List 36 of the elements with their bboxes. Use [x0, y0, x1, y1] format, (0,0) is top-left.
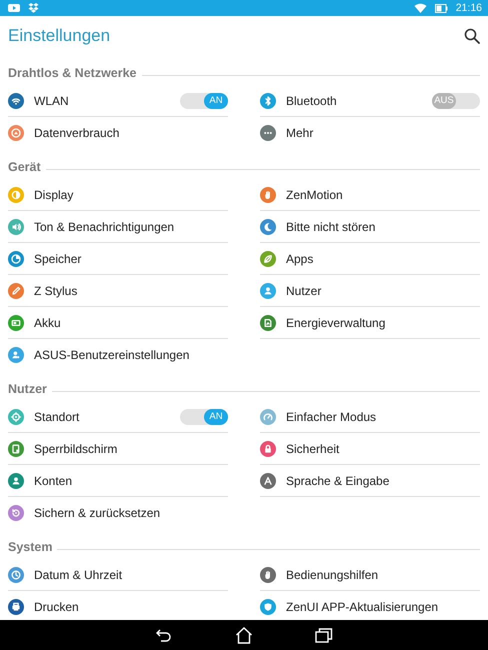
section-header: Drahtlos & Netzwerke [8, 66, 137, 80]
settings-item[interactable]: ZenUI APP-Aktualisierungen [260, 591, 480, 620]
section-header: System [8, 540, 52, 554]
search-icon[interactable] [464, 28, 480, 44]
settings-item[interactable]: Datenverbrauch [8, 117, 228, 149]
clock-time: 21:16 [456, 2, 482, 14]
section-header: Gerät [8, 160, 41, 174]
settings-item[interactable]: Energieverwaltung [260, 307, 480, 339]
wifi-signal-icon [414, 3, 427, 13]
settings-item[interactable]: Mehr [260, 117, 480, 149]
settings-item[interactable]: Z Stylus [8, 275, 228, 307]
recent-apps-icon[interactable] [315, 628, 333, 642]
settings-item[interactable]: Sichern & zurücksetzen [8, 497, 228, 529]
section-header: Nutzer [8, 382, 47, 396]
battery-icon [434, 4, 448, 12]
screen-title: Einstellungen [8, 26, 112, 46]
settings-item[interactable]: Drucken [8, 591, 228, 620]
settings-item[interactable]: ASUS-Benutzereinstellungen [8, 339, 228, 371]
settings-item[interactable]: Display [8, 179, 228, 211]
settings-item[interactable]: Bedienungshilfen [260, 559, 480, 591]
settings-item[interactable]: Sicherheit [260, 433, 480, 465]
settings-item[interactable]: Datum & Uhrzeit [8, 559, 228, 591]
settings-item[interactable]: Akku [8, 307, 228, 339]
settings-item[interactable]: Sprache & Eingabe [260, 465, 480, 497]
settings-item[interactable]: Bitte nicht stören [260, 211, 480, 243]
settings-item[interactable]: Apps [260, 243, 480, 275]
settings-item[interactable]: ZenMotion [260, 179, 480, 211]
back-icon[interactable] [155, 628, 173, 642]
settings-item[interactable]: Einfacher Modus [260, 401, 480, 433]
settings-item[interactable]: Speicher [8, 243, 228, 275]
video-app-icon [8, 3, 20, 13]
settings-item[interactable]: Nutzer [260, 275, 480, 307]
settings-item[interactable]: Sperrbildschirm [8, 433, 228, 465]
home-icon[interactable] [235, 626, 253, 644]
settings-item[interactable]: Ton & Benachrichtigungen [8, 211, 228, 243]
settings-item[interactable]: Konten [8, 465, 228, 497]
